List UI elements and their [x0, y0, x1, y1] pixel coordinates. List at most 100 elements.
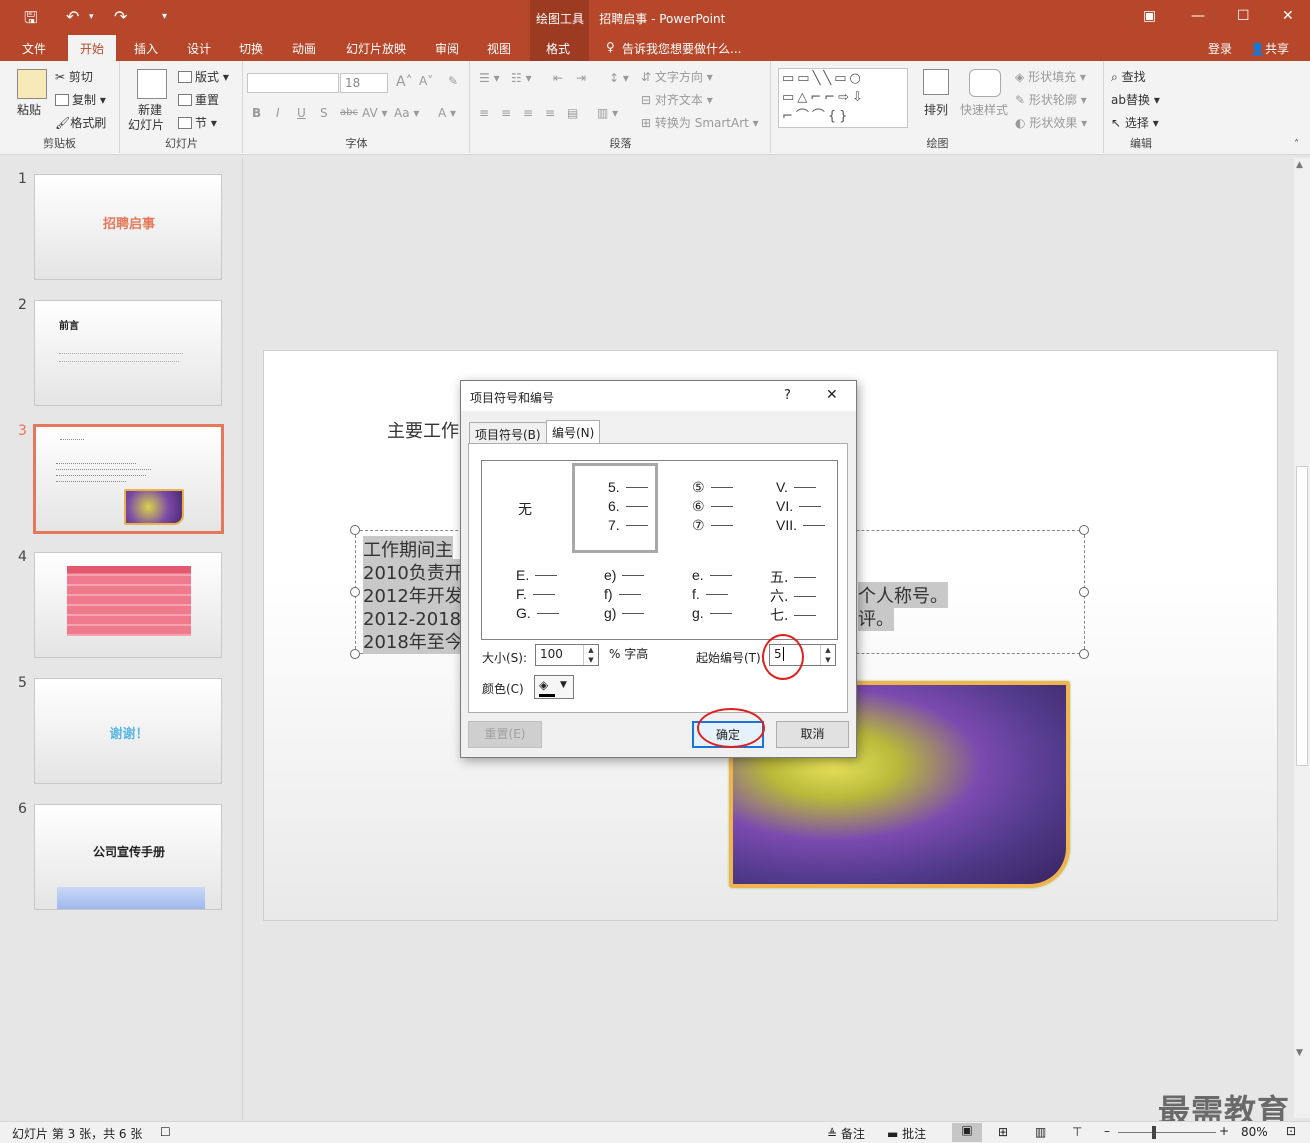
maximize-icon[interactable]: ☐ — [1237, 8, 1250, 24]
paste-button[interactable]: 粘贴 — [17, 101, 41, 118]
tab-design[interactable]: 设计 — [187, 40, 211, 57]
resize-handle[interactable] — [1079, 525, 1089, 535]
slideshow-icon[interactable]: ⊤ — [1072, 1125, 1082, 1139]
italic-icon[interactable]: I — [276, 106, 280, 120]
smartart-button[interactable]: ⊞ 转换为 SmartArt ▾ — [641, 114, 759, 131]
tab-format[interactable]: 格式 — [546, 40, 570, 57]
change-case-icon[interactable]: Aa ▾ — [394, 106, 419, 120]
shape-effects-button[interactable]: ◐ 形状效果 ▾ — [1015, 114, 1087, 131]
slide-sorter-icon[interactable]: ⊞ — [998, 1125, 1008, 1139]
numbering-option-none[interactable]: 无 — [486, 465, 572, 555]
shape-fill-button[interactable]: ◈ 形状填充 ▾ — [1015, 68, 1086, 85]
select-button[interactable]: ↖ 选择 ▾ — [1111, 114, 1159, 131]
scroll-thumb[interactable] — [1296, 466, 1308, 766]
share-button[interactable]: 👤共享 — [1250, 40, 1289, 57]
text-direction-button[interactable]: ⇵ 文字方向 ▾ — [641, 68, 713, 85]
justify-icon[interactable]: ≡ — [545, 106, 555, 120]
tab-animations[interactable]: 动画 — [292, 40, 316, 57]
resize-handle[interactable] — [1079, 587, 1089, 597]
numbering-option-lower-alpha[interactable]: e. f. g. — [662, 551, 748, 641]
tab-home[interactable]: 开始 — [68, 35, 117, 61]
cut-button[interactable]: ✂ 剪切 — [55, 68, 93, 85]
font-color-icon[interactable]: A ▾ — [438, 106, 456, 120]
slide-thumbnail-4[interactable] — [34, 552, 222, 658]
decrease-indent-icon[interactable]: ⇤ — [553, 71, 563, 85]
underline-icon[interactable]: U — [297, 106, 306, 120]
start-spinner-icon[interactable]: ▲ ▼ — [820, 645, 835, 665]
font-size-combo[interactable]: 18 — [340, 73, 388, 93]
zoom-out-icon[interactable]: – — [1104, 1124, 1110, 1138]
cancel-button[interactable]: 取消 — [776, 721, 849, 748]
tab-insert[interactable]: 插入 — [134, 40, 158, 57]
resize-handle[interactable] — [350, 587, 360, 597]
format-painter-button[interactable]: 🖌格式刷 — [55, 114, 106, 131]
scroll-up-icon[interactable]: ▲ — [1296, 160, 1303, 170]
font-name-combo[interactable] — [247, 73, 339, 93]
line-spacing-icon[interactable]: ↕ ▾ — [609, 71, 629, 85]
align-center-icon[interactable]: ≡ — [501, 106, 511, 120]
strikethrough-icon[interactable]: abc — [340, 107, 358, 118]
shadow-icon[interactable]: S — [320, 106, 328, 120]
shape-outline-button[interactable]: ✎ 形状轮廓 ▾ — [1015, 91, 1087, 108]
close-window-icon[interactable]: ✕ — [1282, 8, 1294, 24]
numbering-option-roman[interactable]: V. VI. VII. — [748, 465, 834, 555]
login-link[interactable]: 登录 — [1208, 40, 1232, 57]
spellcheck-icon[interactable]: ☐ — [160, 1125, 171, 1139]
numbering-option-selected[interactable]: 5. 6. 7. — [572, 463, 658, 553]
clear-format-icon[interactable]: ✎ — [448, 74, 458, 88]
tab-bullets[interactable]: 项目符号(B) — [469, 422, 547, 443]
resize-handle[interactable] — [1079, 649, 1089, 659]
vertical-scrollbar[interactable]: ▲ ▼ — [1294, 158, 1310, 1118]
zoom-in-icon[interactable]: + — [1219, 1124, 1229, 1138]
arrange-button[interactable]: 排列 — [924, 101, 948, 118]
notes-button[interactable]: ≜ 备注 — [827, 1125, 865, 1142]
resize-handle[interactable] — [350, 525, 360, 535]
bullets-icon[interactable]: ☰ ▾ — [479, 71, 500, 85]
customize-qat-icon[interactable]: ▾ — [162, 11, 167, 22]
distribute-icon[interactable]: ▤ — [567, 106, 578, 120]
increase-indent-icon[interactable]: ⇥ — [576, 71, 586, 85]
grow-font-icon[interactable]: A˄ — [396, 74, 413, 90]
minimize-icon[interactable]: — — [1191, 8, 1205, 24]
slide-heading[interactable]: 主要工作 — [387, 417, 459, 443]
numbering-option-lower-paren[interactable]: e) f) g) — [574, 551, 660, 641]
reset-button[interactable]: 重置 — [178, 91, 219, 108]
resize-handle[interactable] — [350, 649, 360, 659]
tab-transitions[interactable]: 切换 — [239, 40, 263, 57]
dialog-titlebar[interactable]: 项目符号和编号 ? ✕ — [461, 381, 856, 411]
copy-button[interactable]: 复制 ▾ — [55, 91, 106, 108]
bold-icon[interactable]: B — [252, 106, 261, 120]
tab-numbering[interactable]: 编号(N) — [546, 420, 601, 444]
slide-thumbnail-6[interactable]: 公司宣传手册 — [34, 804, 222, 910]
undo-icon[interactable]: ↶ — [66, 7, 79, 26]
reading-view-icon[interactable]: ▥ — [1035, 1125, 1046, 1139]
reset-dialog-button[interactable]: 重置(E) — [468, 721, 542, 748]
comments-button[interactable]: ▬ 批注 — [887, 1125, 926, 1142]
redo-icon[interactable]: ↷ — [114, 7, 127, 26]
columns-icon[interactable]: ▥ ▾ — [597, 106, 618, 120]
color-picker[interactable]: ◈ ▼ — [534, 675, 574, 699]
slide-thumbnail-2[interactable]: 前言 — [34, 300, 222, 406]
tab-file[interactable]: 文件 — [22, 40, 46, 57]
tab-slideshow[interactable]: 幻灯片放映 — [346, 40, 406, 57]
section-button[interactable]: 节 ▾ — [178, 114, 217, 131]
numbering-icon[interactable]: ☷ ▾ — [511, 71, 532, 85]
tab-view[interactable]: 视图 — [487, 40, 511, 57]
numbering-option-upper-alpha[interactable]: E. F. G. — [486, 551, 572, 641]
slide-thumbnail-1[interactable]: 招聘启事 — [34, 174, 222, 280]
shrink-font-icon[interactable]: A˅ — [419, 74, 433, 88]
quick-styles-button[interactable]: 快速样式 — [960, 101, 1008, 118]
new-slide-label2[interactable]: 幻灯片 — [128, 116, 164, 133]
zoom-level[interactable]: 80% — [1241, 1125, 1268, 1139]
collapse-ribbon-icon[interactable]: ˄ — [1294, 139, 1299, 150]
normal-view-icon[interactable]: ▣ — [952, 1123, 982, 1142]
undo-dropdown-icon[interactable]: ▾ — [89, 12, 94, 22]
zoom-slider-thumb[interactable] — [1152, 1126, 1156, 1139]
layout-button[interactable]: 版式 ▾ — [178, 68, 229, 85]
align-left-icon[interactable]: ≡ — [479, 106, 489, 120]
char-spacing-icon[interactable]: AV ▾ — [362, 106, 388, 120]
close-dialog-button[interactable]: ✕ — [826, 387, 838, 403]
save-icon[interactable]: 🖫 — [24, 7, 38, 34]
zoom-slider-track[interactable] — [1118, 1132, 1216, 1133]
find-button[interactable]: ⌕ 查找 — [1111, 68, 1146, 85]
